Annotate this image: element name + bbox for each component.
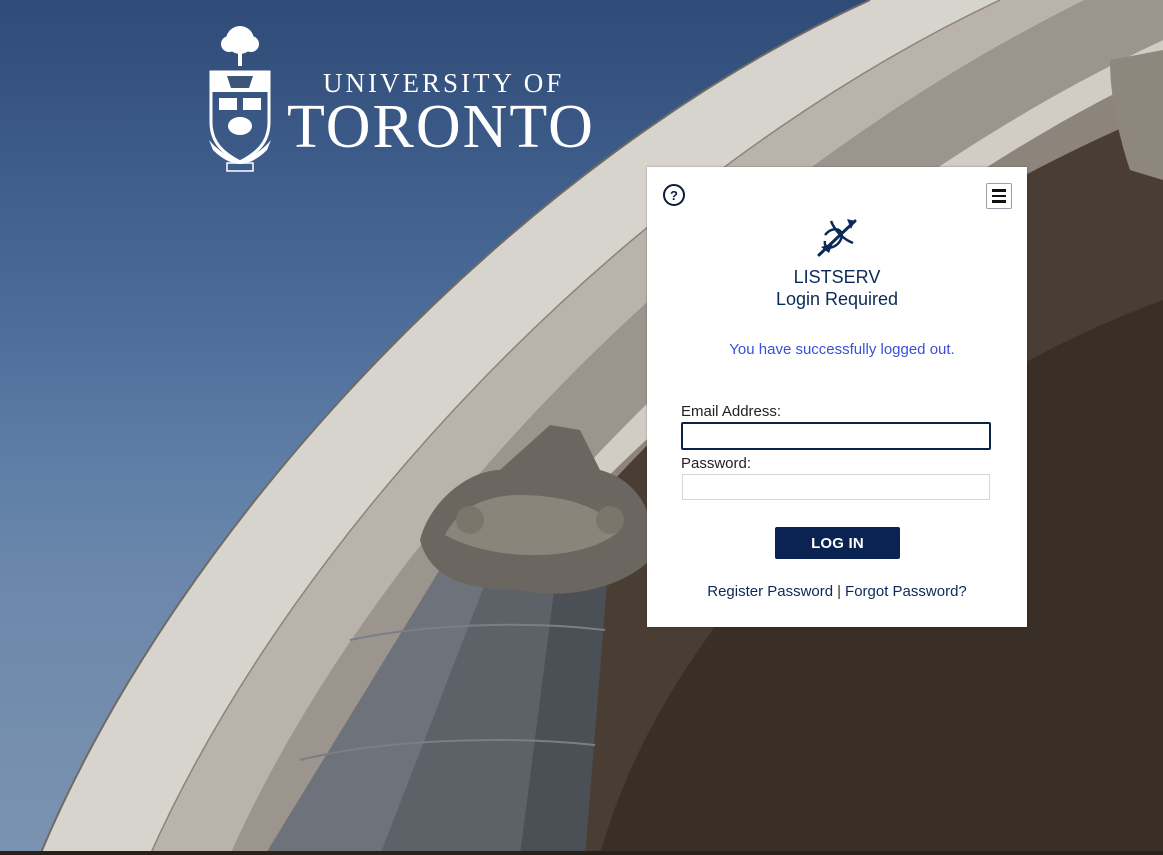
- password-label: Password:: [681, 455, 752, 472]
- university-name-line2: TORONTO: [287, 93, 595, 161]
- login-button[interactable]: LOG IN: [775, 527, 900, 559]
- question-circle-icon[interactable]: ?: [663, 184, 685, 206]
- email-field[interactable]: [681, 422, 991, 450]
- login-required-heading: Login Required: [775, 289, 899, 309]
- logout-status-message: You have successfully logged out.: [729, 341, 955, 358]
- password-field[interactable]: [682, 474, 990, 500]
- email-label: Email Address:: [681, 403, 782, 420]
- account-links: Register Password | Forgot Password?: [647, 583, 1027, 600]
- login-card: ? LISTSERV Login Required You have succe…: [647, 167, 1027, 627]
- hamburger-menu-icon[interactable]: [986, 183, 1012, 209]
- university-crest-icon: [209, 26, 271, 172]
- product-title: LISTSERV: [793, 267, 881, 287]
- bottom-strip: [0, 851, 1163, 855]
- register-password-link[interactable]: Register Password: [707, 583, 833, 600]
- link-separator: |: [837, 583, 842, 600]
- forgot-password-link[interactable]: Forgot Password?: [845, 583, 967, 600]
- university-logo[interactable]: UNIVERSITY OF TORONTO: [205, 22, 605, 172]
- listserv-envelope-icon: [817, 219, 857, 257]
